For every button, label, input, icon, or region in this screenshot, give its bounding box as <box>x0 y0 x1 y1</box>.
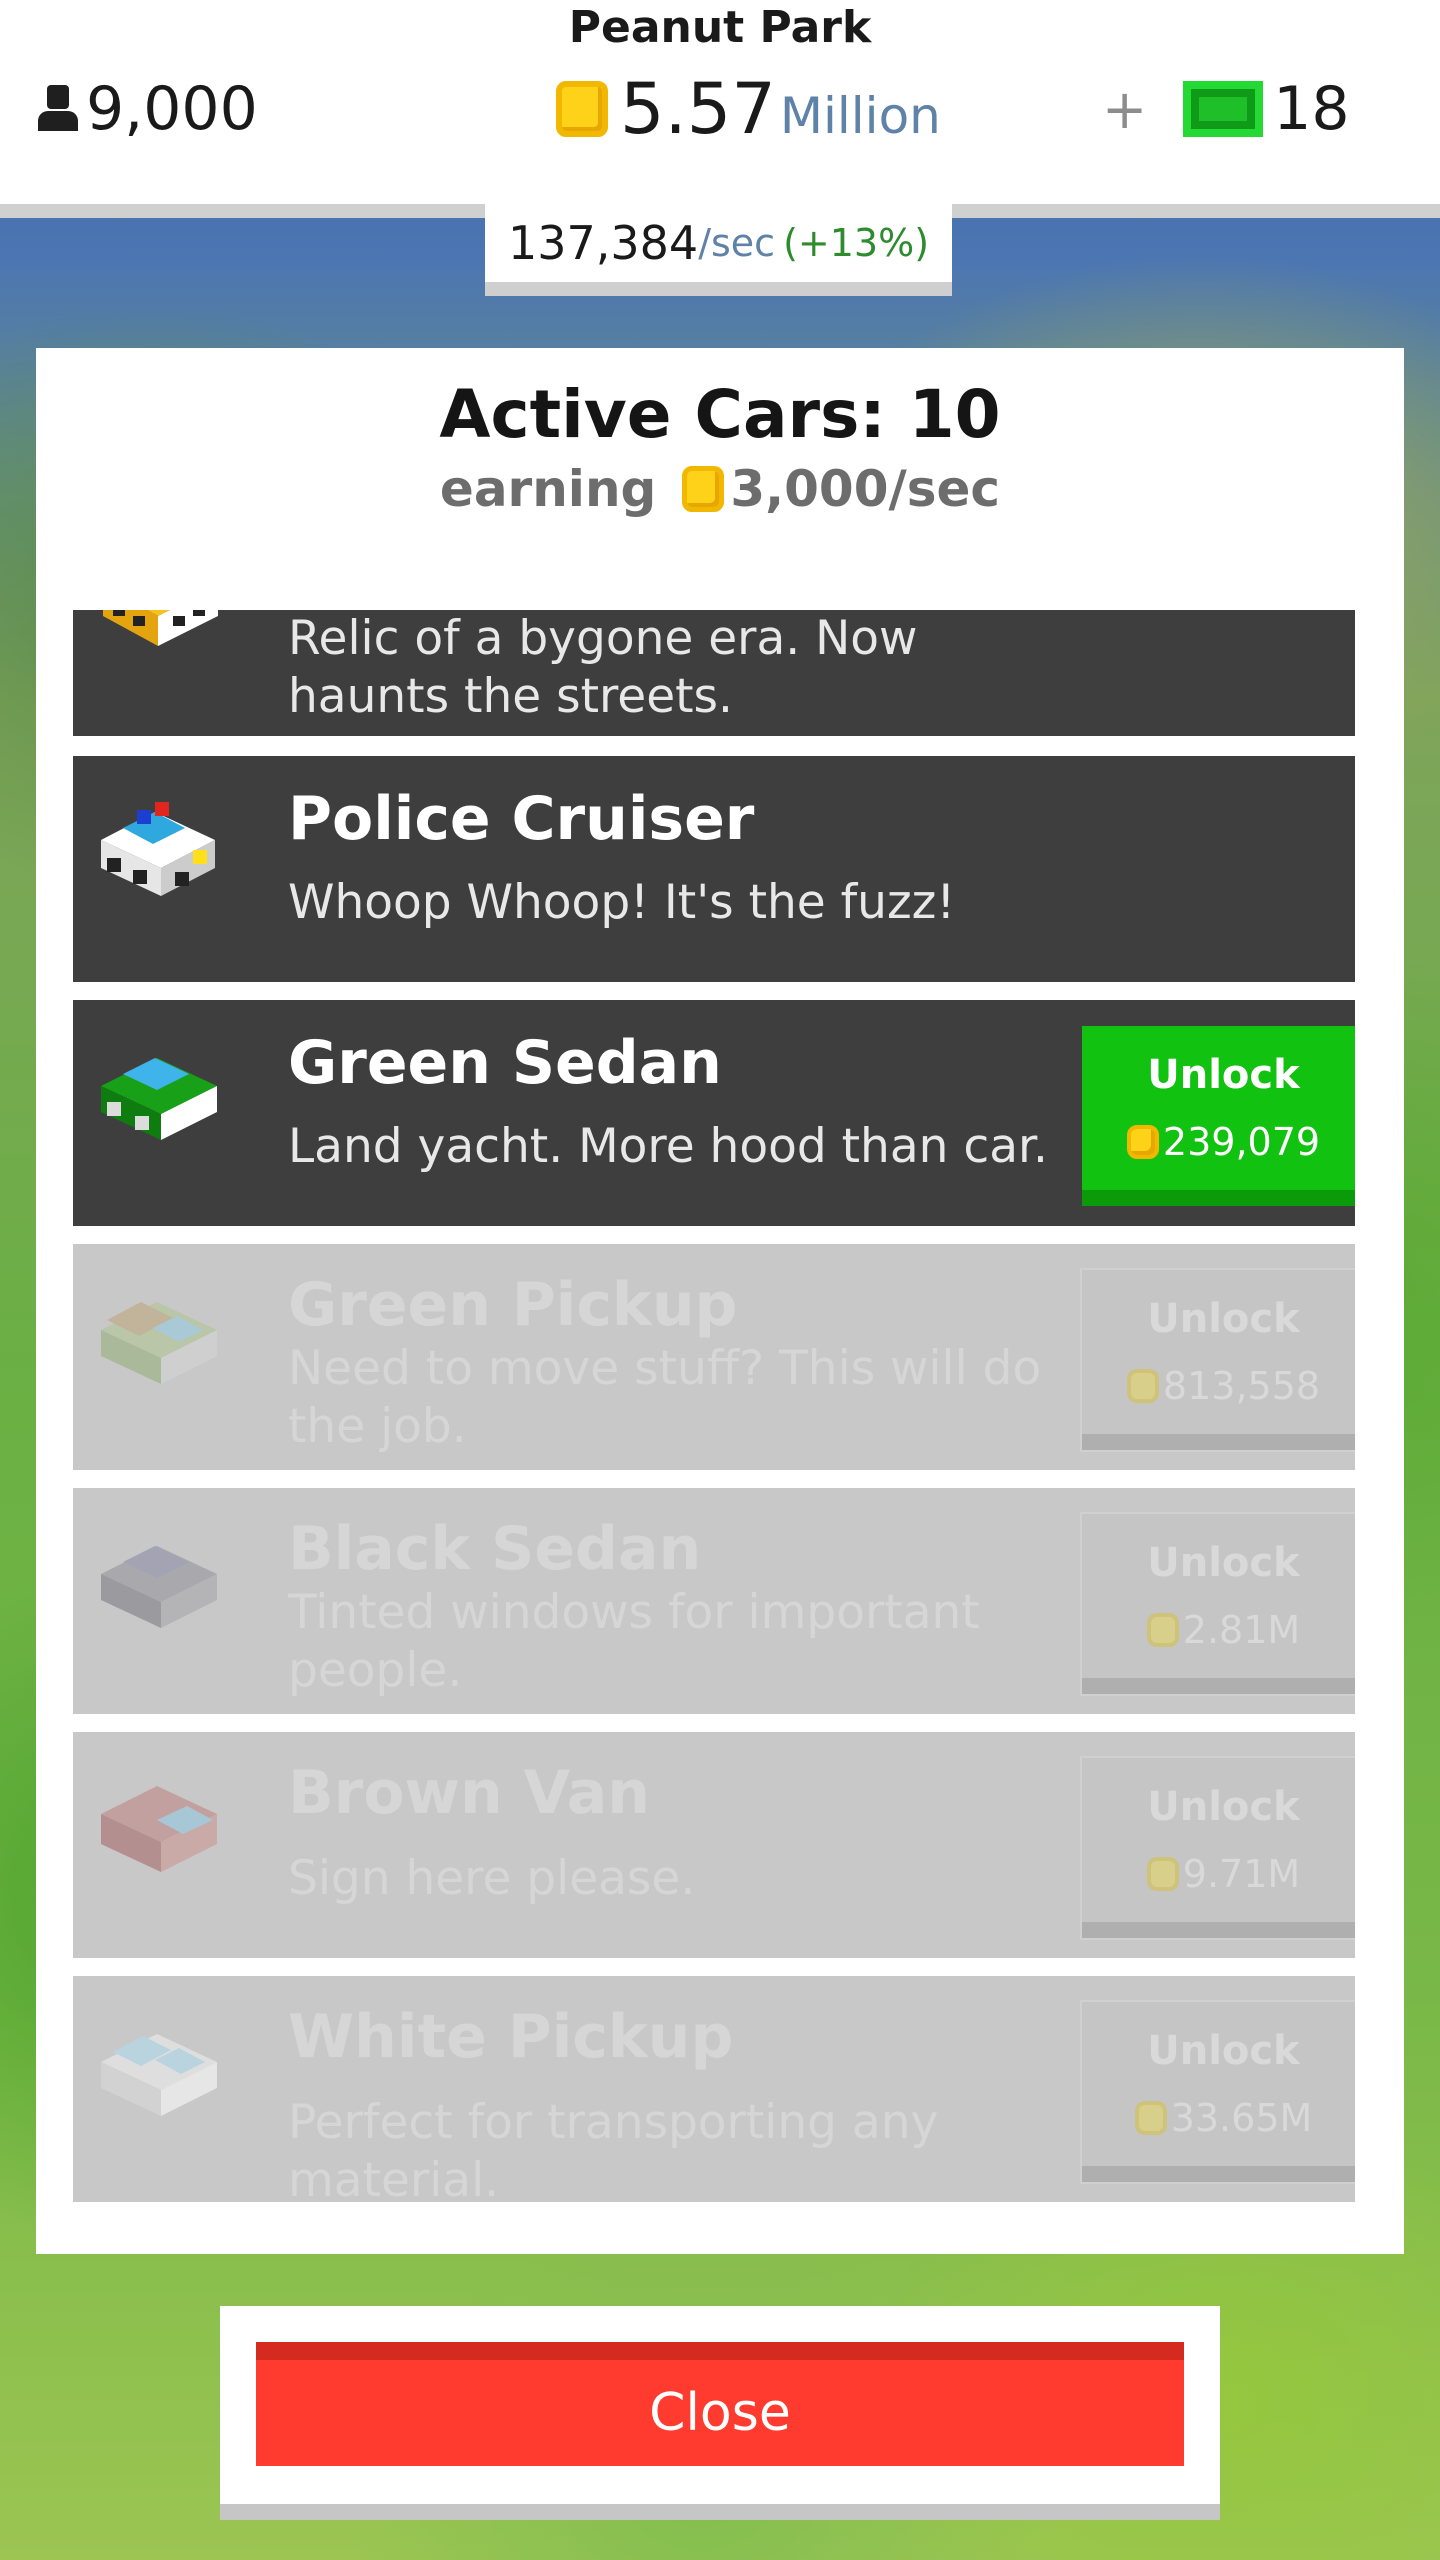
car-name: Black Sedan <box>288 1514 702 1584</box>
police-car-icon <box>101 802 215 896</box>
unlock-cost: 239,079 <box>1126 1120 1321 1164</box>
panel-earning: earning 3,000/sec <box>36 460 1404 518</box>
money-counter: 5.57 Million <box>556 68 941 150</box>
cars-panel: Active Cars: 10 earning 3,000/sec Relic … <box>36 348 1404 2254</box>
unlock-label: Unlock <box>1147 1296 1300 1342</box>
cash-icon <box>1183 81 1264 137</box>
unlock-cost: 813,558 <box>1126 1364 1321 1408</box>
money-unit: Million <box>779 87 941 145</box>
car-name: Police Cruiser <box>288 784 755 854</box>
population-value: 9,000 <box>86 74 258 144</box>
close-button[interactable]: Close <box>256 2342 1184 2466</box>
unlock-label: Unlock <box>1147 2028 1300 2074</box>
car-row-white-pickup: White Pickup Perfect for transporting an… <box>73 1976 1355 2202</box>
car-row-police-cruiser: Police Cruiser Whoop Whoop! It's the fuz… <box>73 756 1355 982</box>
earning-value: 3,000/sec <box>730 460 1001 518</box>
top-hud: Peanut Park 9,000 5.57 Million + 18 <box>0 0 1440 218</box>
car-row-green-sedan: Green Sedan Land yacht. More hood than c… <box>73 1000 1355 1226</box>
unlock-cost: 2.81M <box>1146 1608 1301 1652</box>
cash-value: 18 <box>1273 74 1350 144</box>
coin-icon <box>1146 1613 1179 1647</box>
taxi-car-icon <box>103 610 218 646</box>
white-pickup-icon <box>101 2034 217 2116</box>
unlock-label: Unlock <box>1147 1052 1300 1098</box>
car-row-brown-van: Brown Van Sign here please. Unlock 9.71M <box>73 1732 1355 1958</box>
panel-title: Active Cars: 10 <box>439 376 1001 453</box>
car-description: Relic of a bygone era. Now haunts the st… <box>288 611 918 724</box>
unlock-cost-value: 33.65M <box>1170 2096 1313 2140</box>
car-row-green-pickup: Green Pickup Need to move stuff? This wi… <box>73 1244 1355 1470</box>
car-description: Whoop Whoop! It's the fuzz! <box>288 875 956 930</box>
unlock-green-pickup-button[interactable]: Unlock 813,558 <box>1082 1270 1355 1450</box>
car-name: White Pickup <box>288 2002 734 2072</box>
unlock-cost-value: 813,558 <box>1162 1364 1321 1408</box>
car-list[interactable]: Relic of a bygone era. Now haunts the st… <box>73 610 1355 2202</box>
unlock-cost-value: 9.71M <box>1182 1852 1301 1896</box>
unlock-cost-value: 2.81M <box>1182 1608 1301 1652</box>
unlock-cost: 9.71M <box>1146 1852 1301 1896</box>
coin-icon <box>1126 1369 1159 1403</box>
car-name: Brown Van <box>288 1758 650 1828</box>
income-rate-value: 137,384 <box>507 216 699 270</box>
coin-icon <box>682 466 725 512</box>
car-name: Green Sedan <box>288 1028 722 1098</box>
black-sedan-icon <box>101 1546 217 1628</box>
car-row-taxi: Relic of a bygone era. Now haunts the st… <box>73 610 1355 736</box>
money-value: 5.57 <box>620 68 776 150</box>
brown-van-icon <box>101 1786 217 1872</box>
unlock-label: Unlock <box>1147 1540 1300 1586</box>
add-cash-icon[interactable]: + <box>1102 78 1147 141</box>
car-name: Green Pickup <box>288 1270 738 1340</box>
income-bonus: (+13%) <box>783 221 930 265</box>
unlock-cost: 33.65M <box>1134 2096 1313 2140</box>
coin-icon <box>556 81 608 137</box>
cash-counter[interactable]: + 18 <box>1102 72 1350 146</box>
car-description: Sign here please. <box>288 1851 696 1906</box>
population-counter: 9,000 <box>36 72 258 146</box>
unlock-white-pickup-button[interactable]: Unlock 33.65M <box>1082 2002 1355 2182</box>
unlock-green-sedan-button[interactable]: Unlock 239,079 <box>1082 1026 1355 1206</box>
car-row-black-sedan: Black Sedan Tinted windows for important… <box>73 1488 1355 1714</box>
park-name: Peanut Park <box>568 2 872 53</box>
income-rate-unit: /sec <box>698 221 776 265</box>
green-sedan-icon <box>101 1058 217 1140</box>
unlock-black-sedan-button[interactable]: Unlock 2.81M <box>1082 1514 1355 1694</box>
income-rate-tab: 137,384 /sec (+13%) <box>485 204 952 296</box>
coin-icon <box>1146 1857 1179 1891</box>
coin-icon <box>1134 2101 1167 2135</box>
car-description: Tinted windows for important people. <box>288 1585 980 1698</box>
unlock-cost-value: 239,079 <box>1162 1120 1321 1164</box>
close-frame: Close <box>220 2306 1220 2520</box>
car-description: Need to move stuff? This will do the job… <box>288 1341 1042 1454</box>
car-description: Perfect for transporting any material. <box>288 2095 939 2202</box>
earning-label: earning <box>439 460 657 518</box>
green-pickup-icon <box>101 1302 217 1384</box>
car-description: Land yacht. More hood than car. <box>288 1119 1048 1174</box>
person-icon <box>36 85 80 133</box>
unlock-brown-van-button[interactable]: Unlock 9.71M <box>1082 1758 1355 1938</box>
coin-icon <box>1126 1125 1159 1159</box>
unlock-label: Unlock <box>1147 1784 1300 1830</box>
